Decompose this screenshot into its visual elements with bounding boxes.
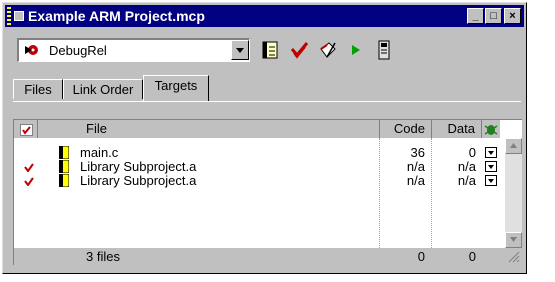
title-grip [7, 7, 11, 25]
debug-column-header[interactable] [482, 120, 500, 138]
code-size: n/a [406, 159, 425, 174]
debug-dropdown[interactable] [485, 147, 497, 158]
check-column-header[interactable] [14, 120, 38, 138]
file-name: main.c [80, 145, 119, 160]
chevron-up-icon [510, 143, 517, 148]
file-list: File Code Data main.c 36 0 Library Subpr… [13, 119, 522, 265]
column-header: File Code Data [14, 120, 500, 138]
code-total: 0 [417, 249, 425, 264]
file-name: Library Subproject.a [80, 159, 197, 174]
resize-grip-icon[interactable] [507, 250, 520, 263]
status-footer: 3 files 0 0 [14, 248, 522, 265]
data-size: n/a [457, 159, 476, 174]
synchronize-icon[interactable] [289, 39, 311, 61]
scroll-up-button[interactable] [505, 138, 522, 154]
scroll-down-button[interactable] [505, 232, 522, 248]
target-select-value: DebugRel [49, 43, 107, 58]
checkmark-icon[interactable] [24, 163, 34, 172]
code-column-header[interactable]: Code [380, 120, 432, 138]
file-column-header[interactable]: File [38, 120, 380, 138]
code-size: n/a [406, 173, 425, 188]
target-icon [25, 45, 38, 55]
file-count: 3 files [86, 249, 120, 264]
list-item[interactable]: Library Subproject.a n/a n/a [14, 160, 500, 174]
debug-dropdown[interactable] [485, 175, 497, 186]
debug-dropdown[interactable] [485, 161, 497, 172]
run-icon[interactable] [345, 39, 367, 61]
data-size: 0 [468, 145, 476, 160]
maximize-button[interactable]: □ [485, 8, 502, 24]
tab-files[interactable]: Files [13, 79, 63, 99]
project-inspector-icon[interactable] [373, 39, 395, 61]
title-bar[interactable]: Example ARM Project.mcp _ □ × [5, 5, 524, 27]
list-item[interactable]: main.c 36 0 [14, 146, 500, 160]
code-size: 36 [410, 145, 425, 160]
list-item[interactable]: Library Subproject.a n/a n/a [14, 174, 500, 188]
data-size: n/a [457, 173, 476, 188]
file-icon [59, 146, 69, 159]
file-icon [59, 160, 69, 173]
make-icon[interactable] [317, 39, 339, 61]
data-total: 0 [468, 249, 476, 264]
data-column-header[interactable]: Data [432, 120, 482, 138]
file-name: Library Subproject.a [80, 173, 197, 188]
chevron-down-icon [510, 237, 517, 242]
window-title: Example ARM Project.mcp [28, 8, 205, 24]
checkmark-icon[interactable] [24, 177, 34, 186]
target-select[interactable]: DebugRel [17, 38, 250, 62]
target-settings-icon[interactable] [259, 39, 281, 61]
tab-targets[interactable]: Targets [143, 75, 209, 101]
vertical-scrollbar[interactable] [505, 138, 522, 248]
project-window: Example ARM Project.mcp _ □ × DebugRel F… [2, 2, 527, 274]
bug-icon [484, 125, 498, 135]
file-icon [59, 174, 69, 187]
tab-link-order[interactable]: Link Order [63, 79, 143, 99]
chevron-down-icon[interactable] [231, 40, 249, 60]
window-icon[interactable] [14, 11, 24, 21]
minimize-button[interactable]: _ [467, 8, 484, 24]
toolbar: DebugRel [5, 29, 524, 67]
close-button[interactable]: × [504, 8, 521, 24]
checkmark-icon [20, 124, 33, 136]
tab-divider [13, 101, 521, 102]
